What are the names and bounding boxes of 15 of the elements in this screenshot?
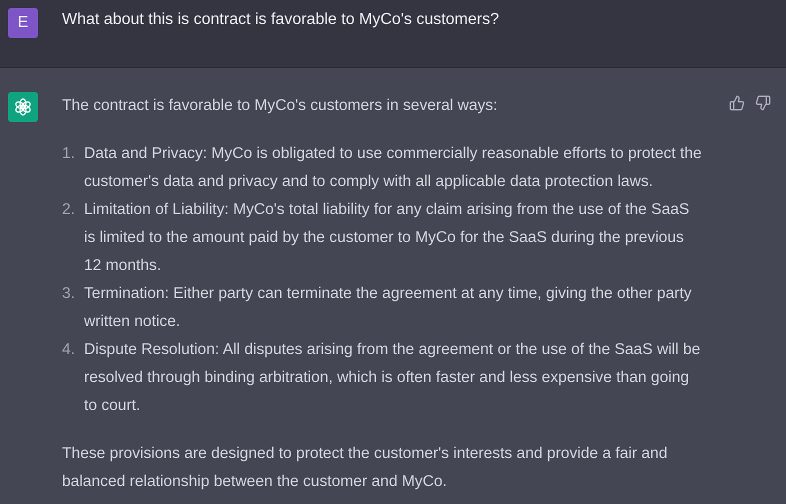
- list-item-text: Limitation of Liability: MyCo's total liability for any claim arising from the use of the SaaS is limited to the amount paid by the customer to MyCo for the SaaS during the previous 12 months.: [84, 200, 690, 276]
- list-number: 4.: [62, 340, 76, 360]
- list-number: 3.: [62, 284, 76, 304]
- user-avatar: E: [8, 8, 38, 38]
- list-item-text: Data and Privacy: MyCo is obligated to use commercially reasonable efforts to protect the customer's data and privacy and to comply with all applicable data protection laws.: [84, 144, 702, 192]
- thumbs-up-icon[interactable]: [729, 95, 745, 111]
- user-message: What about this is contract is favorable to MyCo's customers?: [62, 10, 500, 30]
- list-item-text: Dispute Resolution: All disputes arising from the agreement or the use of the SaaS will be resolved through binding arbitration, which is often faster and less expensive than going to court.: [84, 340, 702, 416]
- conclusion-text: These provisions are designed to protect the customer's interests and provide a fair and balanced relationship between the customer and MyCo.: [62, 444, 668, 492]
- intro-text: The contract is favorable to MyCo's customers in several ways:: [62, 96, 498, 116]
- list-number: 1.: [62, 144, 76, 164]
- assistant-avatar: [8, 92, 38, 122]
- list-number: 2.: [62, 200, 76, 220]
- list-item-text: Termination: Either party can terminate the agreement at any time, giving the other party written notice.: [84, 284, 693, 332]
- thumbs-down-icon[interactable]: [755, 95, 771, 111]
